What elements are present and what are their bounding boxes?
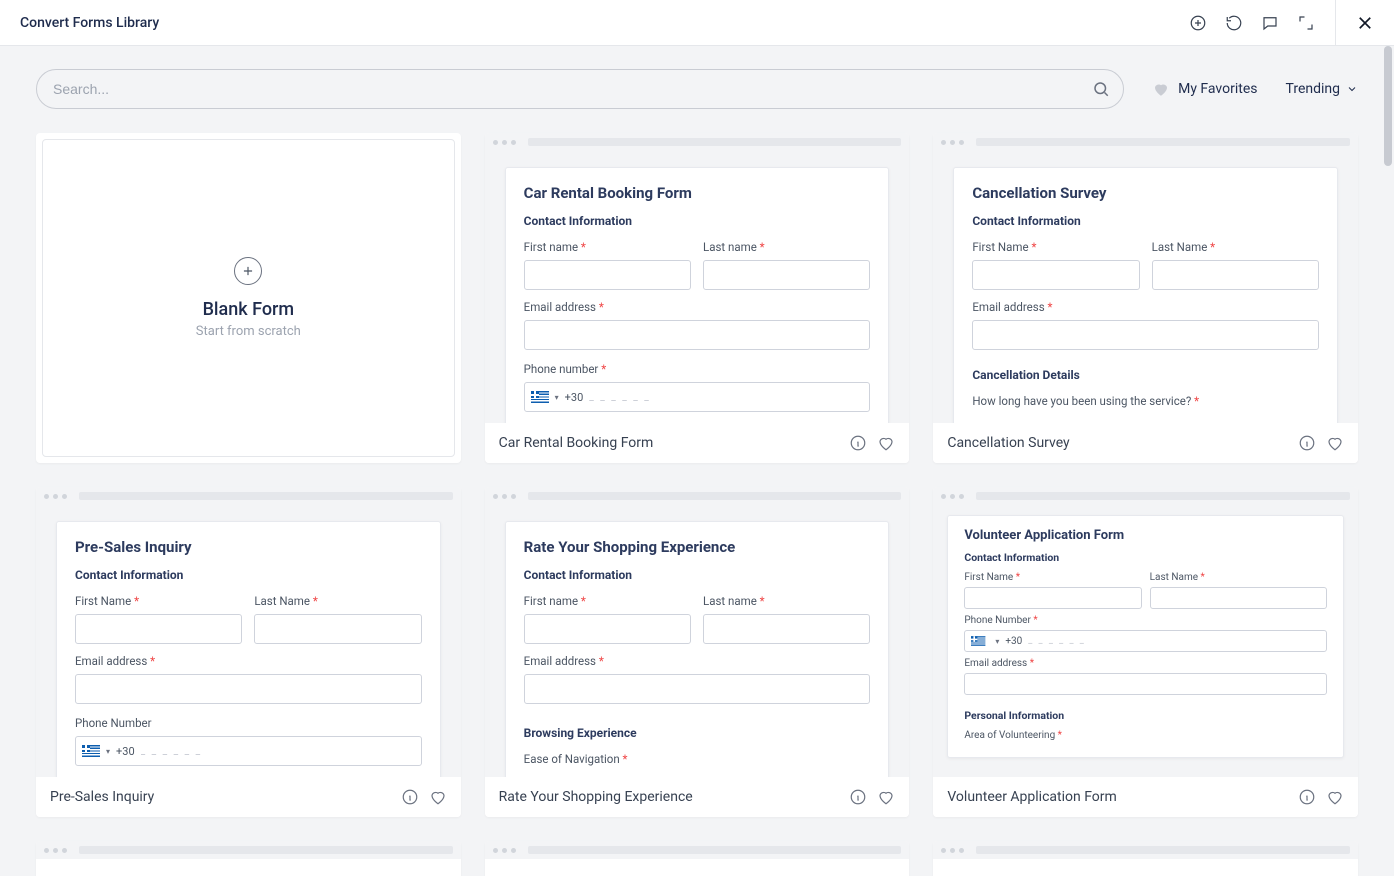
blank-form-inner[interactable]: Blank Form Start from scratch bbox=[42, 139, 455, 457]
card-footer: Pre-Sales Inquiry bbox=[36, 777, 461, 817]
comment-icon[interactable] bbox=[1261, 14, 1279, 32]
sort-dropdown[interactable]: Trending bbox=[1285, 81, 1358, 97]
form-title: Cancellation Survey bbox=[972, 184, 1319, 202]
search-icon[interactable] bbox=[1092, 80, 1110, 98]
form-title: Car Rental Booking Form bbox=[524, 184, 871, 202]
chevron-down-icon bbox=[1346, 83, 1358, 95]
heart-icon[interactable] bbox=[877, 788, 895, 806]
scrollbar[interactable] bbox=[1384, 46, 1392, 166]
info-icon[interactable] bbox=[849, 788, 867, 806]
section-label: Personal Information bbox=[964, 709, 1327, 722]
template-card-volunteer[interactable]: Volunteer Application Form Contact Infor… bbox=[933, 487, 1358, 817]
favorites-button[interactable]: My Favorites bbox=[1152, 80, 1257, 98]
blank-form-card[interactable]: Blank Form Start from scratch bbox=[36, 133, 461, 463]
template-preview: Volunteer Application Form Contact Infor… bbox=[933, 505, 1358, 777]
template-card-placeholder[interactable] bbox=[485, 841, 910, 876]
section-label: Contact Information bbox=[972, 214, 1319, 228]
section-label: Contact Information bbox=[524, 568, 871, 582]
heart-icon[interactable] bbox=[429, 788, 447, 806]
template-preview: Car Rental Booking Form Contact Informat… bbox=[485, 151, 910, 423]
browser-dots bbox=[485, 133, 910, 151]
template-card-placeholder[interactable] bbox=[36, 841, 461, 876]
section-label: Browsing Experience bbox=[524, 726, 871, 740]
section-label: Cancellation Details bbox=[972, 368, 1319, 382]
template-card-rate-shopping[interactable]: Rate Your Shopping Experience Contact In… bbox=[485, 487, 910, 817]
heart-icon[interactable] bbox=[1326, 788, 1344, 806]
app-header: Convert Forms Library bbox=[0, 0, 1394, 46]
section-label: Contact Information bbox=[964, 551, 1327, 564]
template-preview: Rate Your Shopping Experience Contact In… bbox=[485, 505, 910, 777]
form-title: Pre-Sales Inquiry bbox=[75, 538, 422, 556]
header-actions bbox=[1189, 0, 1374, 46]
template-name: Cancellation Survey bbox=[947, 435, 1069, 451]
template-preview: Cancellation Survey Contact Information … bbox=[933, 151, 1358, 423]
search-input[interactable] bbox=[36, 69, 1124, 109]
sort-label: Trending bbox=[1285, 81, 1340, 97]
browser-dots bbox=[485, 487, 910, 505]
heart-icon bbox=[1152, 80, 1170, 98]
template-name: Volunteer Application Form bbox=[947, 789, 1116, 805]
card-footer: Cancellation Survey bbox=[933, 423, 1358, 463]
refresh-icon[interactable] bbox=[1225, 14, 1243, 32]
template-card-placeholder[interactable] bbox=[933, 841, 1358, 876]
form-title: Volunteer Application Form bbox=[964, 528, 1327, 543]
close-icon[interactable] bbox=[1356, 14, 1374, 32]
form-title: Rate Your Shopping Experience bbox=[524, 538, 871, 556]
template-card-cancellation[interactable]: Cancellation Survey Contact Information … bbox=[933, 133, 1358, 463]
browser-dots bbox=[933, 133, 1358, 151]
heart-icon[interactable] bbox=[877, 434, 895, 452]
template-name: Rate Your Shopping Experience bbox=[499, 789, 693, 805]
blank-title: Blank Form bbox=[203, 299, 295, 320]
plus-circle-icon bbox=[234, 257, 262, 285]
template-card-car-rental[interactable]: Car Rental Booking Form Contact Informat… bbox=[485, 133, 910, 463]
info-icon[interactable] bbox=[1298, 788, 1316, 806]
card-footer: Volunteer Application Form bbox=[933, 777, 1358, 817]
info-icon[interactable] bbox=[849, 434, 867, 452]
template-card-presales[interactable]: Pre-Sales Inquiry Contact Information Fi… bbox=[36, 487, 461, 817]
page-title: Convert Forms Library bbox=[20, 15, 159, 31]
section-label: Contact Information bbox=[524, 214, 871, 228]
expand-icon[interactable] bbox=[1297, 14, 1315, 32]
card-footer: Car Rental Booking Form bbox=[485, 423, 910, 463]
browser-dots bbox=[36, 487, 461, 505]
templates-grid: Blank Form Start from scratch Car Rental… bbox=[0, 109, 1394, 876]
card-footer: Rate Your Shopping Experience bbox=[485, 777, 910, 817]
template-preview: Pre-Sales Inquiry Contact Information Fi… bbox=[36, 505, 461, 777]
info-icon[interactable] bbox=[401, 788, 419, 806]
add-icon[interactable] bbox=[1189, 14, 1207, 32]
blank-subtitle: Start from scratch bbox=[196, 324, 301, 339]
search-wrapper bbox=[36, 69, 1124, 109]
template-name: Pre-Sales Inquiry bbox=[50, 789, 154, 805]
info-icon[interactable] bbox=[1298, 434, 1316, 452]
divider bbox=[1335, 0, 1336, 46]
favorites-label: My Favorites bbox=[1178, 81, 1257, 97]
library-toolbar: My Favorites Trending bbox=[0, 46, 1394, 109]
template-name: Car Rental Booking Form bbox=[499, 435, 654, 451]
section-label: Contact Information bbox=[75, 568, 422, 582]
browser-dots bbox=[933, 487, 1358, 505]
heart-icon[interactable] bbox=[1326, 434, 1344, 452]
main-content: My Favorites Trending Blank Form Start f… bbox=[0, 46, 1394, 876]
